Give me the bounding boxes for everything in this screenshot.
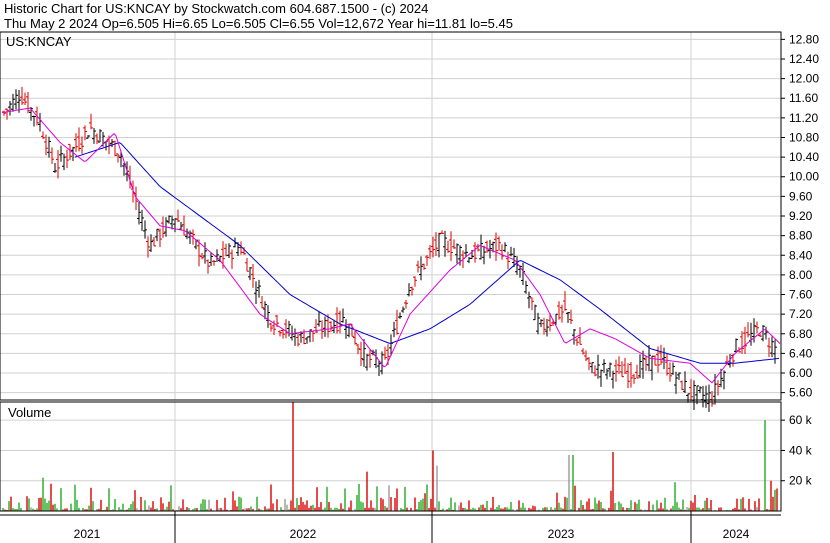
price-tick-label: 9.60 — [789, 189, 813, 203]
volume-tick-label: 20 k — [789, 474, 813, 488]
price-tick-label: 6.80 — [789, 327, 813, 341]
chart-canvas: Historic Chart for US:KNCAY by Stockwatc… — [0, 0, 830, 543]
price-tick-label: 12.40 — [789, 52, 819, 66]
price-tick-label: 9.20 — [789, 209, 813, 223]
price-tick-label: 7.20 — [789, 307, 813, 321]
price-panel-title: US:KNCAY — [6, 34, 72, 49]
price-tick-label: 10.80 — [789, 130, 819, 144]
volume-tick-label: 60 k — [789, 413, 813, 427]
price-tick-label: 6.40 — [789, 346, 813, 360]
price-tick-label: 8.00 — [789, 268, 813, 282]
volume-tick-label: 40 k — [789, 443, 813, 457]
price-tick-label: 10.40 — [789, 150, 819, 164]
year-label: 2024 — [723, 527, 750, 541]
price-tick-label: 8.40 — [789, 248, 813, 262]
stockwatch-chart: Historic Chart for US:KNCAY by Stockwatc… — [0, 0, 830, 543]
price-tick-label: 11.20 — [789, 111, 818, 125]
price-tick-label: 7.60 — [789, 288, 813, 302]
volume-panel-title: Volume — [8, 405, 51, 420]
background — [0, 0, 830, 543]
price-tick-label: 12.00 — [789, 72, 819, 86]
year-label: 2021 — [74, 527, 101, 541]
header-line-2: Thu May 2 2024 Op=6.505 Hi=6.65 Lo=6.505… — [4, 16, 513, 31]
price-tick-label: 8.80 — [789, 229, 813, 243]
price-tick-label: 5.60 — [789, 386, 813, 400]
header-line-1: Historic Chart for US:KNCAY by Stockwatc… — [4, 1, 428, 16]
price-tick-label: 6.00 — [789, 366, 813, 380]
price-tick-label: 10.00 — [789, 170, 819, 184]
year-label: 2022 — [290, 527, 317, 541]
year-label: 2023 — [548, 527, 575, 541]
price-tick-label: 12.80 — [789, 32, 819, 46]
price-tick-label: 11.60 — [789, 91, 818, 105]
